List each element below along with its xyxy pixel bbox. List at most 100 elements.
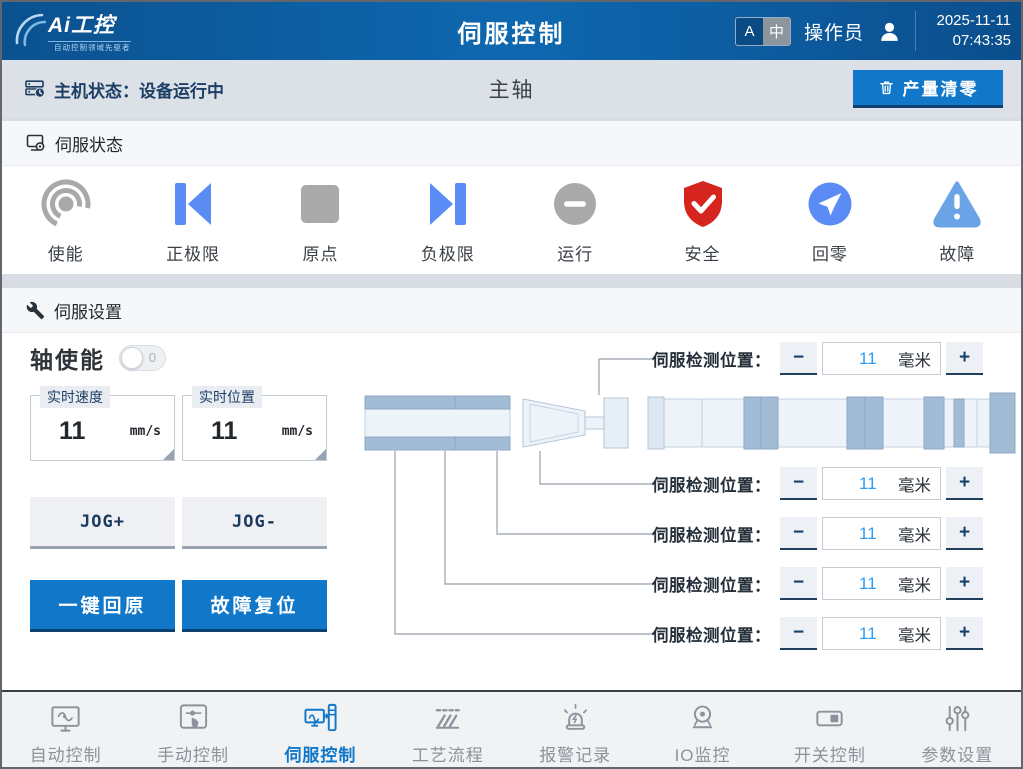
servo-status-section-header: 伺服状态 [2, 121, 1021, 166]
position-value: 11 [859, 574, 877, 594]
status-homing: 回零 [766, 176, 893, 265]
servo-control-screen: Ai工控 自动控制领域先驱者 伺服控制 A 中 操作员 2025-11-11 0… [0, 0, 1023, 769]
position-unit-label: 毫米 [898, 472, 931, 496]
status-enable: 使能 [2, 176, 129, 265]
position-value: 11 [859, 349, 877, 369]
status-negative-limit: 负极限 [384, 176, 511, 265]
position-value-field[interactable]: 11 毫米 [822, 517, 941, 550]
toggle-knob [121, 347, 143, 369]
divider [2, 274, 1021, 288]
increment-button[interactable]: + [946, 617, 983, 650]
decrement-button[interactable]: − [780, 517, 817, 550]
servo-position-label: 伺服检测位置： [652, 472, 771, 496]
decrement-button[interactable]: − [780, 567, 817, 600]
minus-circle-icon [547, 176, 603, 232]
send-circle-icon [802, 176, 858, 232]
position-value: 11 [211, 417, 237, 446]
servo-position-label: 伺服检测位置： [652, 347, 771, 371]
servo-position-label: 伺服检测位置： [652, 622, 771, 646]
servo-position-label: 伺服检测位置： [652, 522, 771, 546]
position-unit-label: 毫米 [898, 347, 931, 371]
position-value-field[interactable]: 11 毫米 [822, 342, 941, 375]
increment-button[interactable]: + [946, 467, 983, 500]
wrench-icon [26, 301, 45, 320]
position-value-field[interactable]: 11 毫米 [822, 567, 941, 600]
position-readout: 实时位置 11 mm/s [182, 395, 327, 461]
tab-io-monitor[interactable]: IO监控 [639, 692, 766, 769]
status-safety: 安全 [639, 176, 766, 265]
skip-start-icon [165, 176, 221, 232]
position-value-field[interactable]: 11 毫米 [822, 617, 941, 650]
speed-value: 11 [59, 417, 85, 446]
language-option-en[interactable]: A [736, 18, 763, 45]
language-option-zh[interactable]: 中 [763, 18, 790, 45]
switch-control-icon [812, 701, 847, 736]
tab-switch-control[interactable]: 开关控制 [766, 692, 893, 769]
axis-enable-row: 轴使能 0 [30, 341, 166, 375]
parameter-settings-icon [940, 701, 975, 736]
one-key-home-button[interactable]: 一键回原 [30, 580, 175, 632]
servo-position-row: 伺服检测位置： − 11 毫米 + [652, 517, 983, 550]
increment-button[interactable]: + [946, 567, 983, 600]
servo-status-title: 伺服状态 [55, 131, 123, 156]
position-value: 11 [859, 524, 877, 544]
status-running: 运行 [512, 176, 639, 265]
status-positive-limit: 正极限 [129, 176, 256, 265]
jog-plus-button[interactable]: JOG+ [30, 497, 175, 549]
bottom-navigation: 自动控制 手动控制 [2, 690, 1021, 769]
toggle-value: 0 [149, 350, 156, 365]
servo-settings-title: 伺服设置 [54, 298, 122, 323]
io-monitor-icon [685, 701, 720, 736]
axis-enable-label: 轴使能 [30, 341, 105, 375]
tab-servo-control[interactable]: 伺服控制 [257, 692, 384, 769]
servo-position-row: 伺服检测位置： − 11 毫米 + [652, 567, 983, 600]
shield-check-icon [675, 176, 731, 232]
monitor-gear-icon [26, 133, 46, 153]
user-icon[interactable] [877, 19, 902, 44]
servo-position-row: 伺服检测位置： − 11 毫米 + [652, 342, 983, 375]
servo-settings-section-header: 伺服设置 [2, 288, 1021, 333]
machine-status-bar: 主机状态：设备运行中 主轴 产量清零 [2, 60, 1021, 118]
enable-target-icon [38, 176, 94, 232]
decrement-button[interactable]: − [780, 342, 817, 375]
manual-control-icon [176, 701, 211, 736]
app-header: Ai工控 自动控制领域先驱者 伺服控制 A 中 操作员 2025-11-11 0… [2, 2, 1021, 60]
speed-unit: mm/s [130, 424, 161, 439]
decrement-button[interactable]: − [780, 617, 817, 650]
decrement-button[interactable]: − [780, 467, 817, 500]
status-fault: 故障 [894, 176, 1021, 265]
language-toggle[interactable]: A 中 [735, 17, 791, 46]
speed-readout: 实时速度 11 mm/s [30, 395, 175, 461]
tab-process-flow[interactable]: 工艺流程 [384, 692, 511, 769]
datetime-display: 2025-11-11 07:43:35 [915, 11, 1011, 52]
date-label: 2025-11-11 [930, 11, 1011, 31]
tab-alarm-record[interactable]: 报警记录 [512, 692, 639, 769]
tab-parameter-settings[interactable]: 参数设置 [894, 692, 1021, 769]
time-label: 07:43:35 [930, 31, 1011, 51]
servo-control-icon [303, 701, 338, 736]
status-origin: 原点 [257, 176, 384, 265]
servo-position-label: 伺服检测位置： [652, 572, 771, 596]
alarm-record-icon [558, 701, 593, 736]
increment-button[interactable]: + [946, 342, 983, 375]
position-unit-label: 毫米 [898, 572, 931, 596]
position-value-field[interactable]: 11 毫米 [822, 467, 941, 500]
tab-manual-control[interactable]: 手动控制 [129, 692, 256, 769]
clear-production-label: 产量清零 [903, 75, 979, 100]
servo-status-indicators: 使能 正极限 原点 负极限 运行 [2, 166, 1021, 274]
fault-reset-button[interactable]: 故障复位 [182, 580, 327, 632]
clear-production-button[interactable]: 产量清零 [853, 70, 1003, 108]
jog-minus-button[interactable]: JOG- [182, 497, 327, 549]
user-role-label: 操作员 [804, 18, 864, 45]
warning-triangle-icon [929, 176, 985, 232]
position-unit-label: 毫米 [898, 522, 931, 546]
skip-end-icon [420, 176, 476, 232]
auto-control-icon [48, 701, 83, 736]
axis-enable-toggle[interactable]: 0 [119, 345, 166, 371]
increment-button[interactable]: + [946, 517, 983, 550]
position-value: 11 [859, 624, 877, 644]
origin-square-icon [292, 176, 348, 232]
tab-auto-control[interactable]: 自动控制 [2, 692, 129, 769]
servo-settings-body: 轴使能 0 实时速度 11 mm/s 实时位置 11 mm/s JOG+ JOG… [2, 333, 1021, 690]
position-unit-label: 毫米 [898, 622, 931, 646]
